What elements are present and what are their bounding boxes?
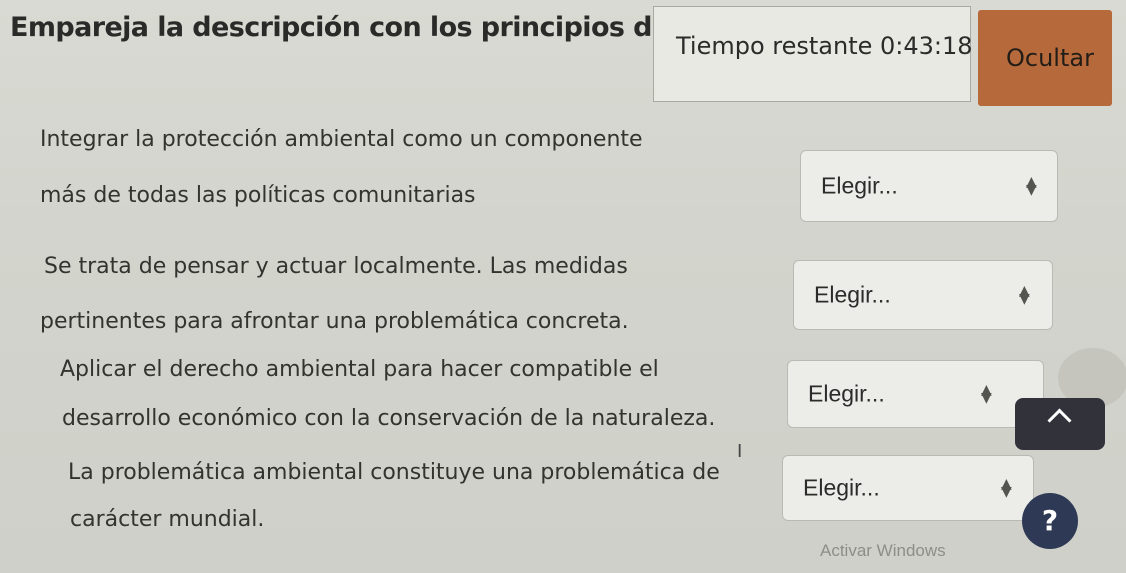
question-1-line-1: Integrar la protección ambiental como un… <box>40 127 643 152</box>
help-button[interactable]: ? <box>1022 493 1078 549</box>
chevron-up-icon <box>1047 408 1072 433</box>
hide-timer-button[interactable]: Ocultar <box>978 10 1112 106</box>
timer-box: Tiempo restante 0:43:18 <box>653 6 973 102</box>
select-1-label: Elegir... <box>821 172 898 199</box>
question-2-line-2: pertinentes para afrontar una problemáti… <box>40 309 629 334</box>
timer-text: Tiempo restante 0:43:18 <box>676 32 973 60</box>
activate-windows-watermark: Activar Windows <box>820 541 946 560</box>
select-3-label: Elegir... <box>808 380 885 407</box>
question-3-line-2: desarrollo económico con la conservación… <box>62 406 716 431</box>
question-4-line-2: carácter mundial. <box>70 507 265 532</box>
updown-arrows-icon: ▲ ▼ <box>1001 476 1012 500</box>
select-2-label: Elegir... <box>814 281 891 308</box>
text-cursor-icon: I <box>737 441 743 462</box>
question-1-line-2: más de todas las políticas comunitarias <box>40 183 476 208</box>
answer-select-4[interactable]: Elegir... ▲ ▼ <box>782 455 1034 521</box>
question-icon: ? <box>1041 504 1059 537</box>
updown-arrows-icon: ▲ ▼ <box>981 382 992 406</box>
hide-button-label: Ocultar <box>1006 44 1094 72</box>
question-2-line-1: Se trata de pensar y actuar localmente. … <box>44 254 628 279</box>
select-4-label: Elegir... <box>803 474 880 501</box>
scroll-to-top-button[interactable] <box>1015 398 1105 450</box>
updown-arrows-icon: ▲ ▼ <box>1019 283 1030 307</box>
answer-select-3[interactable]: Elegir... ▲ ▼ <box>787 360 1044 428</box>
updown-arrows-icon: ▲ ▼ <box>1026 174 1037 198</box>
question-3-line-1: Aplicar el derecho ambiental para hacer … <box>60 357 659 382</box>
answer-select-2[interactable]: Elegir... ▲ ▼ <box>793 260 1053 330</box>
question-4-line-1: La problemática ambiental constituye una… <box>68 460 720 485</box>
answer-select-1[interactable]: Elegir... ▲ ▼ <box>800 150 1058 222</box>
page-title: Empareja la descripción con los principi… <box>10 12 660 43</box>
